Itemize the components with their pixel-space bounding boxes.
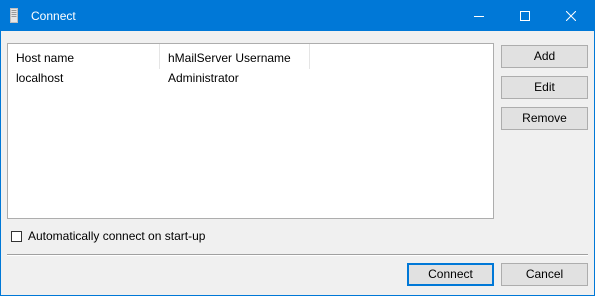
title-bar[interactable]: Connect — [1, 1, 594, 31]
maximize-icon — [520, 11, 530, 21]
auto-connect-label[interactable]: Automatically connect on start-up — [28, 229, 205, 243]
maximize-button[interactable] — [502, 1, 548, 31]
auto-connect-checkbox[interactable] — [11, 230, 22, 242]
connect-button[interactable]: Connect — [407, 263, 494, 286]
minimize-icon — [474, 16, 484, 17]
host-name-cell[interactable]: localhost — [8, 69, 159, 87]
edit-button[interactable]: Edit — [501, 76, 588, 99]
minimize-button[interactable] — [456, 1, 502, 31]
remove-button[interactable]: Remove — [501, 107, 588, 130]
column-divider[interactable] — [309, 44, 310, 69]
cancel-button[interactable]: Cancel — [501, 263, 588, 286]
footer-separator — [7, 254, 588, 256]
column-header-host-name[interactable]: Host name — [8, 44, 159, 69]
column-header-username[interactable]: hMailServer Username — [160, 44, 309, 69]
add-button[interactable]: Add — [501, 45, 588, 68]
connect-dialog: Connect Host name hMailServer Username l… — [0, 0, 595, 296]
auto-connect-option[interactable]: Automatically connect on start-up — [11, 229, 205, 243]
close-icon — [566, 11, 576, 21]
username-cell[interactable]: Administrator — [160, 69, 309, 87]
server-icon — [10, 8, 18, 23]
close-button[interactable] — [548, 1, 594, 31]
window-title: Connect — [31, 9, 76, 23]
servers-listview[interactable]: Host name hMailServer Username localhost… — [7, 43, 494, 219]
